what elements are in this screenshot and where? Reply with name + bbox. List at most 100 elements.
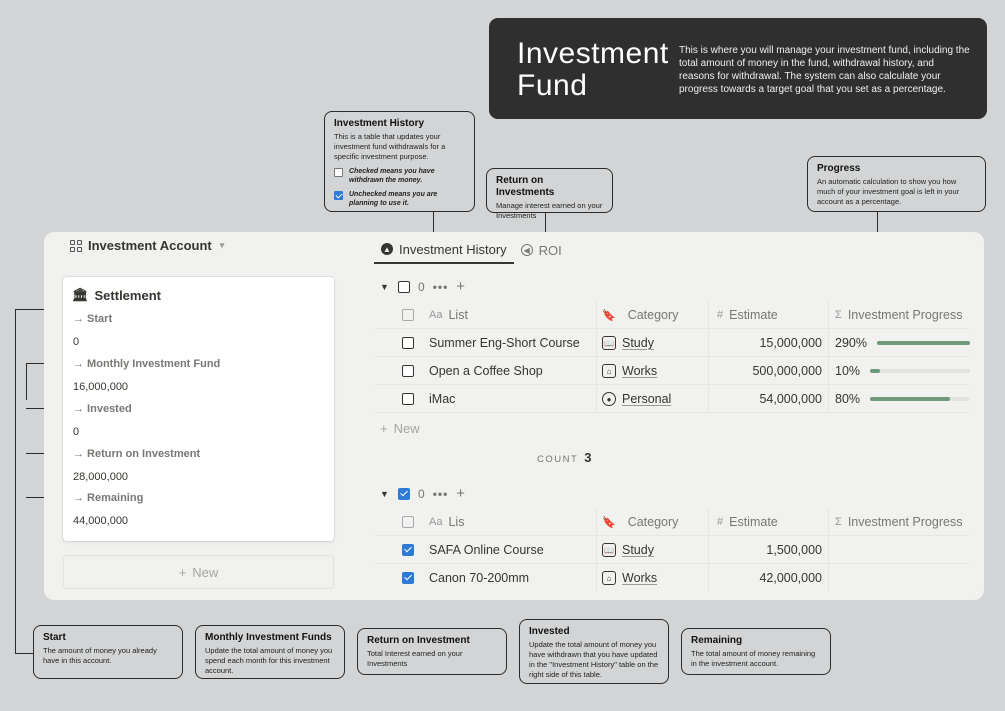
toggle-down-icon[interactable]: ▼: [380, 282, 390, 292]
row-estimate: 1,500,000: [708, 536, 828, 564]
row-checkbox[interactable]: [402, 544, 414, 556]
header-progress[interactable]: Σ Investment Progress: [828, 301, 970, 329]
text-property-icon: Aa: [429, 309, 443, 321]
header-estimate[interactable]: # Estimate: [708, 301, 828, 329]
row-progress-empty: [828, 536, 970, 564]
more-icon[interactable]: •••: [433, 487, 449, 501]
group-count: 0: [418, 486, 425, 501]
checkbox-column-icon: [402, 309, 414, 321]
row-name[interactable]: SAFA Online Course: [429, 536, 591, 564]
row-category[interactable]: Study: [622, 543, 654, 557]
hero-description: This is where you will manage your inves…: [679, 45, 970, 95]
arrow-left-circle-icon: ◀: [520, 244, 533, 256]
header-estimate[interactable]: # Estimate: [708, 508, 828, 536]
row-category[interactable]: Works: [622, 571, 657, 585]
row-progress: 80%: [835, 392, 861, 406]
row-estimate: 15,000,000: [708, 329, 828, 357]
callout-title: Invested: [529, 626, 570, 637]
callout-body: The total amount of money remaining in t…: [691, 649, 816, 668]
header-list[interactable]: Aa Lis: [429, 508, 591, 536]
header-progress[interactable]: Σ Investment Progress: [828, 508, 970, 536]
header-list[interactable]: Aa List: [429, 301, 591, 329]
progress-fill: [870, 369, 881, 373]
row-checkbox[interactable]: [402, 393, 414, 405]
progress-fill: [870, 397, 950, 401]
unchecked-box-icon: [334, 168, 343, 177]
hero-banner: Investment Fund This is where you will m…: [489, 18, 987, 119]
progress-bar: [870, 369, 970, 373]
callout-body: The amount of money you already have in …: [43, 646, 157, 665]
row-category[interactable]: Personal: [622, 392, 671, 406]
row-category[interactable]: Study: [622, 336, 654, 350]
callout-remaining: Remaining The total amount of money rema…: [681, 628, 831, 675]
table-row[interactable]: SAFA Online Course 📖 Study 1,500,000: [374, 536, 970, 564]
account-title: Investment Account: [88, 238, 212, 253]
group-unchecked-header: ▼ 0 ••• +: [380, 278, 465, 295]
table-header-row: Aa List 🔖 Category # Estimate Σ Investment P…: [374, 301, 970, 329]
bank-icon: 🏛: [72, 287, 89, 302]
more-icon[interactable]: •••: [433, 280, 449, 294]
table-row[interactable]: Summer Eng-Short Course 📖 Study 15,000,00…: [374, 329, 970, 357]
table-row[interactable]: Open a Coffee Shop ⌂ Works 500,000,000 10…: [374, 357, 970, 385]
sigma-icon: Σ: [835, 309, 842, 321]
toggle-down-icon[interactable]: ▼: [380, 489, 390, 499]
chevron-down-icon: ▾: [219, 240, 225, 250]
add-icon[interactable]: +: [456, 278, 465, 295]
table-row[interactable]: iMac ● Personal 54,000,000 80%: [374, 385, 970, 413]
group-checkbox[interactable]: [398, 487, 410, 500]
prop-monthly-value: 16,000,000: [73, 381, 129, 393]
group-checkbox[interactable]: [398, 280, 410, 293]
row-name[interactable]: Open a Coffee Shop: [429, 357, 591, 385]
group-checked-header: ▼ 0 ••• +: [380, 485, 465, 502]
row-estimate: 42,000,000: [708, 564, 828, 592]
row-name[interactable]: Summer Eng-Short Course: [429, 329, 591, 357]
legend-checked: Unchecked means you are planning to use …: [334, 190, 465, 208]
number-icon: #: [717, 309, 724, 321]
callout-investment-history: Investment History This is a table that …: [324, 111, 475, 212]
header-category[interactable]: 🔖 Category: [596, 301, 708, 329]
callout-body: Manage interest earned on your Investmen…: [496, 201, 603, 220]
row-category[interactable]: Works: [622, 364, 657, 378]
prop-remaining-value: 44,000,000: [73, 515, 129, 527]
callout-title: Start: [43, 632, 66, 643]
callout-body: Total Interest earned on your Investment…: [367, 649, 463, 668]
group-count: 0: [418, 279, 425, 294]
new-card-button[interactable]: + New: [63, 555, 334, 589]
prop-start-label: → Start: [73, 313, 113, 325]
tab-investment-history[interactable]: ▲ Investment History: [374, 236, 514, 264]
header-category[interactable]: 🔖 Category: [596, 508, 708, 536]
checked-box-icon: [334, 191, 343, 200]
table-row[interactable]: Canon 70-200mm ⌂ Works 42,000,000: [374, 564, 970, 592]
add-icon[interactable]: +: [456, 485, 465, 502]
text-property-icon: Aa: [429, 516, 443, 528]
notion-panel: Investment Account ▾ 🏛 Settlement → Star…: [44, 232, 984, 600]
callout-return: Return on Investment Total Interest earn…: [357, 628, 507, 675]
prop-return-label: → Return on Investment: [73, 448, 201, 460]
connector-line: [26, 363, 27, 400]
row-name[interactable]: Canon 70-200mm: [429, 564, 591, 592]
callout-title: Return on Investment: [367, 635, 470, 646]
callout-invested: Invested Update the total amount of mone…: [519, 619, 669, 684]
tab-roi[interactable]: ◀ ROI: [514, 236, 569, 264]
callout-body: Update the total amount of money you hav…: [529, 640, 659, 679]
bookmark-icon: 🔖: [602, 516, 616, 529]
row-checkbox[interactable]: [402, 365, 414, 377]
new-row-button[interactable]: + New: [380, 421, 420, 436]
row-checkbox[interactable]: [402, 572, 414, 584]
number-icon: #: [717, 516, 724, 528]
callout-title: Return on Investments: [496, 175, 555, 198]
callout-roi: Return on Investments Manage interest ea…: [486, 168, 613, 220]
person-icon: ●: [602, 392, 616, 406]
row-name[interactable]: iMac: [429, 385, 591, 413]
callout-start: Start The amount of money you already ha…: [33, 625, 183, 679]
callout-body: Update the total amount of money you spe…: [205, 646, 333, 675]
row-estimate: 54,000,000: [708, 385, 828, 413]
count-summary[interactable]: COUNT 3: [537, 450, 592, 465]
prop-monthly-label: → Monthly Investment Fund: [73, 358, 221, 370]
account-view-selector[interactable]: Investment Account ▾: [70, 238, 224, 253]
settlement-card[interactable]: 🏛 Settlement → Start 0 → Monthly Investm…: [63, 277, 334, 541]
row-checkbox[interactable]: [402, 337, 414, 349]
shop-icon: ⌂: [602, 364, 616, 378]
progress-bar: [876, 341, 970, 345]
callout-monthly: Monthly Investment Funds Update the tota…: [195, 625, 345, 679]
